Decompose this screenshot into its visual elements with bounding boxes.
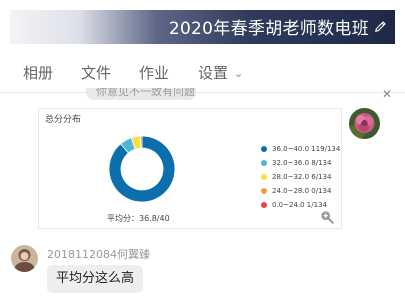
legend-label: 28.0~32.0 6/134 <box>272 173 332 181</box>
avatar[interactable] <box>349 108 380 139</box>
tab-files[interactable]: 文件 <box>81 62 111 83</box>
legend-swatch <box>261 202 267 208</box>
tab-settings-label: 设置 <box>198 64 229 82</box>
legend-item-2: 28.0~32.0 6/134 <box>261 170 340 184</box>
group-banner: 2020年春季胡老师数电班 <box>10 10 395 44</box>
donut-slice-4 <box>140 135 143 149</box>
tab-bar: 相册 文件 作业 设置 ⌄ <box>0 56 405 88</box>
group-title: 2020年春季胡老师数电班 <box>168 19 369 39</box>
legend-label: 32.0~36.0 8/134 <box>272 159 332 167</box>
legend-label: 36.0~40.0 119/134 <box>272 145 341 153</box>
score-distribution-card[interactable]: 总分分布 平均分：36.8/40 36.0~40.0 119/134 32.0~3… <box>38 108 342 229</box>
tab-homework[interactable]: 作业 <box>139 62 169 83</box>
legend-label: 24.0~28.0 0/134 <box>272 187 332 195</box>
legend-item-3: 24.0~28.0 0/134 <box>261 184 340 198</box>
divider <box>0 92 405 93</box>
previous-message-bubble: 你意见不一致有问题 <box>86 88 196 100</box>
tab-settings[interactable]: 设置 ⌄ <box>198 62 243 83</box>
legend-item-0: 36.0~40.0 119/134 <box>261 142 340 156</box>
legend-label: 0.0~24.0 1/134 <box>272 201 327 209</box>
legend-swatch <box>261 188 267 194</box>
legend-item-1: 32.0~36.0 8/134 <box>261 156 340 170</box>
tab-album[interactable]: 相册 <box>23 62 53 83</box>
average-score-label: 平均分：36.8/40 <box>107 214 170 223</box>
zoom-in-icon[interactable] <box>320 210 334 224</box>
legend-swatch <box>261 174 267 180</box>
previous-message-text: 你意见不一致有问题 <box>96 88 195 98</box>
chevron-down-icon: ⌄ <box>234 67 244 80</box>
user-avatar-icon <box>11 245 38 272</box>
flower-avatar-icon <box>349 108 380 139</box>
close-icon[interactable]: ✕ <box>382 87 392 101</box>
legend-swatch <box>261 146 267 152</box>
avatar[interactable] <box>11 245 38 272</box>
message-bubble[interactable]: 平均分这么高 <box>47 265 144 293</box>
chart-legend: 36.0~40.0 119/134 32.0~36.0 8/134 28.0~32.… <box>261 142 340 212</box>
sender-name: 2018112084何翼臻 <box>47 248 150 261</box>
pencil-icon[interactable] <box>373 19 388 34</box>
legend-swatch <box>261 160 267 166</box>
